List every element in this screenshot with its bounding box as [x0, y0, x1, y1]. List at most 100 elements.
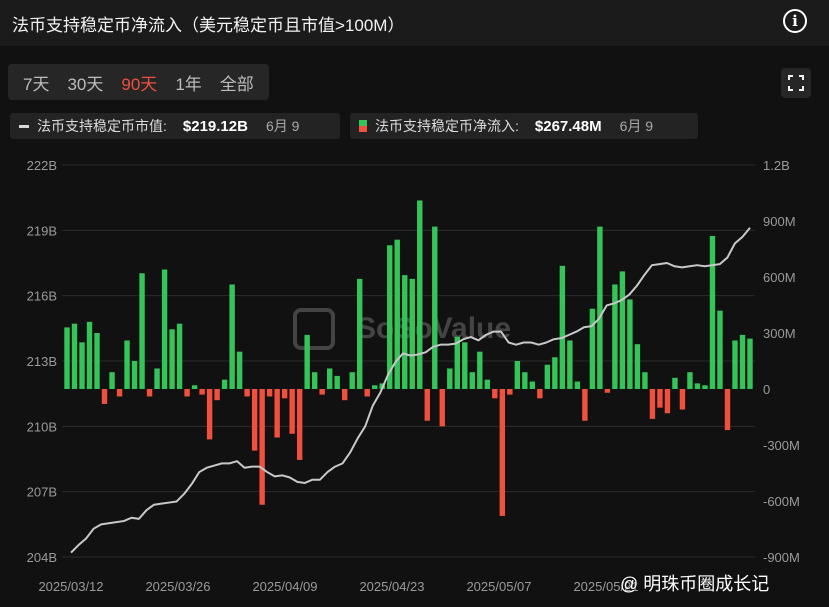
- inflow-bar: [589, 308, 596, 389]
- inflow-bar: [447, 368, 453, 389]
- inflow-bar: [469, 372, 475, 389]
- x-tick-label: 2025/03/26: [145, 579, 210, 594]
- inflow-bar: [266, 389, 273, 397]
- inflow-bar: [281, 389, 288, 399]
- inflow-bar: [522, 372, 528, 389]
- inflow-bar: [409, 278, 415, 389]
- legend-market-cap: 法币支持稳定币市值: $219.12B 6月 9: [10, 113, 340, 139]
- inflow-bar: [184, 389, 190, 397]
- sosovalue-logo-icon: [293, 308, 335, 350]
- inflow-bar: [567, 340, 573, 389]
- inflow-bar: [326, 368, 333, 389]
- inflow-bar: [139, 273, 145, 389]
- inflow-bar: [161, 269, 168, 389]
- tab-1y[interactable]: 1年: [166, 70, 210, 95]
- tab-30d[interactable]: 30天: [58, 70, 112, 95]
- inflow-bar: [394, 239, 400, 389]
- inflow-bar: [529, 381, 536, 389]
- left-tick-label: 222B: [27, 158, 57, 173]
- inflow-bar: [342, 389, 348, 401]
- legend-value: $267.48M: [534, 117, 602, 135]
- inflow-bar: [274, 389, 280, 438]
- inflow-bar: [214, 389, 220, 401]
- left-tick-label: 216B: [27, 289, 57, 304]
- x-tick-label: 2025/04/23: [359, 579, 424, 594]
- left-tick-label: 207B: [27, 485, 57, 500]
- inflow-bar: [492, 389, 498, 399]
- left-tick-label: 213B: [27, 354, 57, 369]
- inflow-bar: [146, 389, 153, 397]
- tab-all[interactable]: 全部: [211, 70, 263, 95]
- legend-date: 6月 9: [619, 118, 654, 134]
- inflow-bar: [229, 284, 235, 389]
- right-tick-label: 1.2B: [763, 158, 790, 173]
- inflow-bar: [304, 334, 310, 389]
- inflow-bar: [702, 385, 708, 389]
- legend-label: 法币支持稳定币净流入:: [375, 118, 519, 134]
- inflow-bar: [544, 364, 551, 389]
- inflow-bar: [507, 389, 513, 395]
- inflow-bar: [64, 327, 70, 389]
- tab-7d[interactable]: 7天: [14, 70, 58, 95]
- range-tabs: 7天 30天 90天 1年 全部: [8, 64, 269, 100]
- right-axis: 1.2B 900M 600M 300M 0 -300M -600M -900M: [763, 158, 800, 565]
- inflow-bar: [732, 340, 738, 389]
- inflow-bar: [154, 368, 160, 389]
- fullscreen-icon: [788, 75, 804, 91]
- inflow-bar: [364, 389, 370, 397]
- right-tick-label: 900M: [763, 214, 796, 229]
- inflow-bar: [739, 334, 746, 389]
- inflow-bar: [319, 389, 325, 395]
- inflow-bar: [432, 226, 438, 389]
- info-icon[interactable]: i: [783, 9, 807, 33]
- legend-label: 法币支持稳定币市值:: [37, 118, 167, 134]
- inflow-bar: [424, 389, 430, 421]
- left-tick-label: 210B: [27, 419, 57, 434]
- inflow-bar: [259, 389, 265, 505]
- right-tick-label: -600M: [763, 494, 800, 509]
- inflow-bar: [597, 226, 603, 389]
- right-tick-label: 0: [763, 382, 770, 397]
- tab-90d[interactable]: 90天: [112, 70, 166, 95]
- inflow-bar: [627, 299, 633, 389]
- inflow-bar: [634, 344, 641, 389]
- inflow-bar: [604, 389, 611, 393]
- inflow-bar: [574, 381, 581, 389]
- x-tick-label: 2025/04/09: [252, 579, 317, 594]
- inflow-bar: [709, 235, 716, 389]
- inflow-bar: [131, 361, 138, 389]
- inflow-bar: [86, 321, 93, 389]
- inflow-bars: [64, 200, 753, 516]
- line-swatch: [19, 124, 29, 128]
- inflow-bar: [71, 323, 78, 389]
- inflow-bar: [619, 271, 626, 389]
- inflow-bar: [687, 372, 693, 389]
- inflow-bar: [417, 200, 423, 389]
- legend-value: $219.12B: [182, 117, 248, 135]
- right-tick-label: 300M: [763, 326, 796, 341]
- bar-swatch: [359, 120, 367, 132]
- inflow-bar: [694, 383, 701, 389]
- inflow-bar: [552, 357, 558, 389]
- inflow-bar: [236, 351, 243, 389]
- legend-net-inflow: 法币支持稳定币净流入: $267.48M 6月 9: [350, 113, 698, 139]
- inflow-bar: [199, 389, 205, 395]
- fullscreen-button[interactable]: [781, 68, 811, 98]
- inflow-bar: [672, 377, 678, 389]
- inflow-bar: [642, 372, 648, 389]
- right-tick-label: -900M: [763, 550, 800, 565]
- inflow-bar: [244, 389, 250, 397]
- left-tick-label: 204B: [27, 550, 57, 565]
- inflow-bar: [559, 265, 566, 389]
- inflow-bar: [176, 323, 183, 389]
- legend-date: 6月 9: [265, 118, 300, 134]
- inflow-bar: [101, 389, 108, 404]
- market-cap-line: [70, 227, 751, 554]
- inflow-bar: [349, 372, 355, 389]
- inflow-bar: [296, 389, 303, 460]
- inflow-bar: [206, 389, 213, 440]
- inflow-bar: [334, 375, 340, 389]
- inflow-bar: [679, 389, 686, 410]
- inflow-bar: [221, 379, 228, 389]
- inflow-bar: [439, 389, 445, 427]
